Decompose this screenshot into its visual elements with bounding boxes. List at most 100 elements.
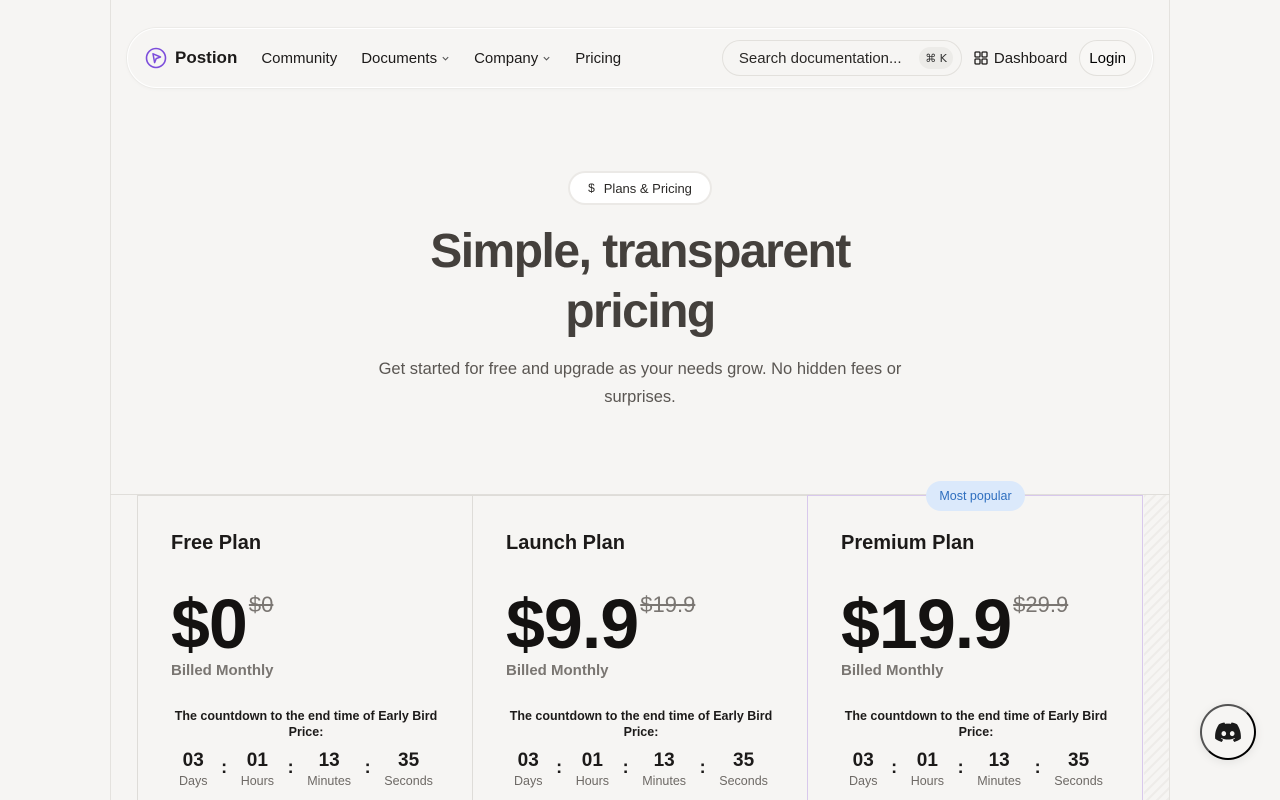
nav-link-label: Pricing	[575, 49, 622, 67]
countdown-title: The countdown to the end time of Early B…	[509, 709, 773, 739]
discord-button[interactable]	[1200, 704, 1256, 760]
countdown-minutes: 13 Minutes	[307, 750, 351, 788]
price-row: $9.9 $19.9	[506, 584, 695, 664]
search-placeholder: Search documentation...	[738, 49, 902, 67]
countdown-label: Hours	[910, 774, 945, 788]
brand-logo[interactable]: Postion	[145, 47, 237, 69]
countdown-separator: :	[1034, 757, 1041, 777]
countdown-hours: 01 Hours	[911, 750, 944, 788]
nav-link-label: Company	[474, 49, 539, 67]
title-line-2: pricing	[565, 285, 716, 338]
countdown-label: Hours	[575, 774, 610, 788]
countdown-label: Days	[179, 774, 208, 788]
countdown-label: Seconds	[1054, 774, 1103, 788]
countdown-label: Minutes	[977, 774, 1022, 788]
dashboard-link[interactable]: Dashboard	[974, 50, 1067, 67]
nav-link-label: Documents	[361, 49, 438, 67]
plan-price: $0	[171, 585, 248, 663]
nav-link-company[interactable]: Company	[474, 50, 551, 67]
countdown-value: 35	[733, 750, 755, 771]
nav-right: Search documentation... ⌘ K Dashboard Lo…	[721, 40, 1136, 76]
countdown-separator: :	[957, 757, 964, 777]
countdown-label: Seconds	[384, 774, 433, 788]
billing-period: Billed Monthly	[506, 662, 609, 679]
plan-old-price: $0	[248, 592, 274, 617]
billing-period: Billed Monthly	[841, 662, 944, 679]
countdown-seconds: 35 Seconds	[719, 750, 768, 788]
search-input[interactable]: Search documentation... ⌘ K	[721, 40, 962, 76]
countdown-hours: 01 Hours	[241, 750, 274, 788]
nav-links: Community Documents Company Pricing	[261, 50, 621, 67]
most-popular-badge: Most popular	[926, 481, 1025, 511]
title-line-1: Simple, transparent	[430, 225, 851, 278]
countdown-title: The countdown to the end time of Early B…	[174, 709, 438, 739]
countdown-days: 03 Days	[849, 750, 877, 788]
countdown-value: 01	[916, 750, 938, 771]
countdown-days: 03 Days	[514, 750, 542, 788]
countdown-value: 13	[653, 750, 675, 771]
countdown-value: 03	[852, 750, 874, 771]
plan-card-free: Free Plan $0 $0 Billed Monthly The count…	[137, 495, 473, 800]
countdown-minutes: 13 Minutes	[977, 750, 1021, 788]
plan-old-price: $19.9	[640, 592, 696, 617]
countdown-value: 35	[398, 750, 420, 771]
dollar-icon: $	[588, 181, 595, 195]
countdown-seconds: 35 Seconds	[384, 750, 433, 788]
countdown-value: 03	[517, 750, 539, 771]
page-subtitle: Get started for free and upgrade as your…	[378, 360, 902, 406]
countdown-label: Days	[849, 774, 878, 788]
plan-name: Premium Plan	[841, 532, 975, 554]
countdown-value: 35	[1068, 750, 1090, 771]
countdown-separator: :	[622, 757, 629, 777]
countdown-timer: 03 Days : 01 Hours : 13 Minutes : 35 Seconds	[171, 750, 441, 788]
discord-icon	[1215, 722, 1241, 742]
top-nav: Postion Community Documents Company Pric…	[127, 28, 1153, 88]
nav-link-pricing[interactable]: Pricing	[575, 50, 621, 67]
plan-old-price: $29.9	[1013, 592, 1069, 617]
countdown-value: 03	[182, 750, 204, 771]
price-row: $0 $0	[171, 584, 273, 664]
chevron-down-icon	[543, 56, 550, 61]
plan-name: Launch Plan	[506, 532, 625, 554]
countdown-minutes: 13 Minutes	[642, 750, 686, 788]
countdown-days: 03 Days	[179, 750, 207, 788]
play-circle-icon	[145, 47, 167, 69]
price-row: $19.9 $29.9	[841, 584, 1068, 664]
countdown-separator: :	[891, 757, 898, 777]
dashboard-label: Dashboard	[993, 49, 1068, 67]
nav-link-documents[interactable]: Documents	[361, 50, 450, 67]
countdown-value: 13	[318, 750, 340, 771]
brand-name: Postion	[175, 48, 238, 67]
countdown-separator: :	[699, 757, 706, 777]
countdown-value: 13	[988, 750, 1010, 771]
countdown-seconds: 35 Seconds	[1054, 750, 1103, 788]
countdown-label: Hours	[240, 774, 275, 788]
billing-period: Billed Monthly	[171, 662, 274, 679]
page-title: Simple, transparent pricing	[340, 222, 940, 342]
plan-price: $9.9	[506, 585, 639, 663]
plan-price: $19.9	[841, 585, 1012, 663]
login-button[interactable]: Login	[1079, 40, 1136, 76]
nav-link-label: Community	[261, 49, 338, 67]
countdown-separator: :	[287, 757, 294, 777]
plan-card-launch: Launch Plan $9.9 $19.9 Billed Monthly Th…	[472, 495, 808, 800]
countdown-title: The countdown to the end time of Early B…	[844, 709, 1108, 739]
plans-pricing-badge: $ Plans & Pricing	[570, 173, 710, 203]
countdown-label: Days	[514, 774, 543, 788]
plan-name: Free Plan	[171, 532, 262, 554]
search-shortcut: ⌘ K	[919, 47, 953, 69]
countdown-hours: 01 Hours	[576, 750, 609, 788]
countdown-separator: :	[221, 757, 228, 777]
chevron-down-icon	[442, 56, 449, 61]
decorative-stripes	[1144, 495, 1169, 800]
badge-label: Plans & Pricing	[603, 180, 692, 196]
countdown-label: Seconds	[719, 774, 768, 788]
countdown-timer: 03 Days : 01 Hours : 13 Minutes : 35 Seconds	[506, 750, 776, 788]
countdown-value: 01	[581, 750, 603, 771]
countdown-separator: :	[556, 757, 563, 777]
countdown-label: Minutes	[642, 774, 687, 788]
plan-card-premium: Premium Plan $19.9 $29.9 Billed Monthly …	[807, 495, 1143, 800]
grid-icon	[974, 51, 988, 65]
countdown-label: Minutes	[307, 774, 352, 788]
nav-link-community[interactable]: Community	[261, 50, 337, 67]
